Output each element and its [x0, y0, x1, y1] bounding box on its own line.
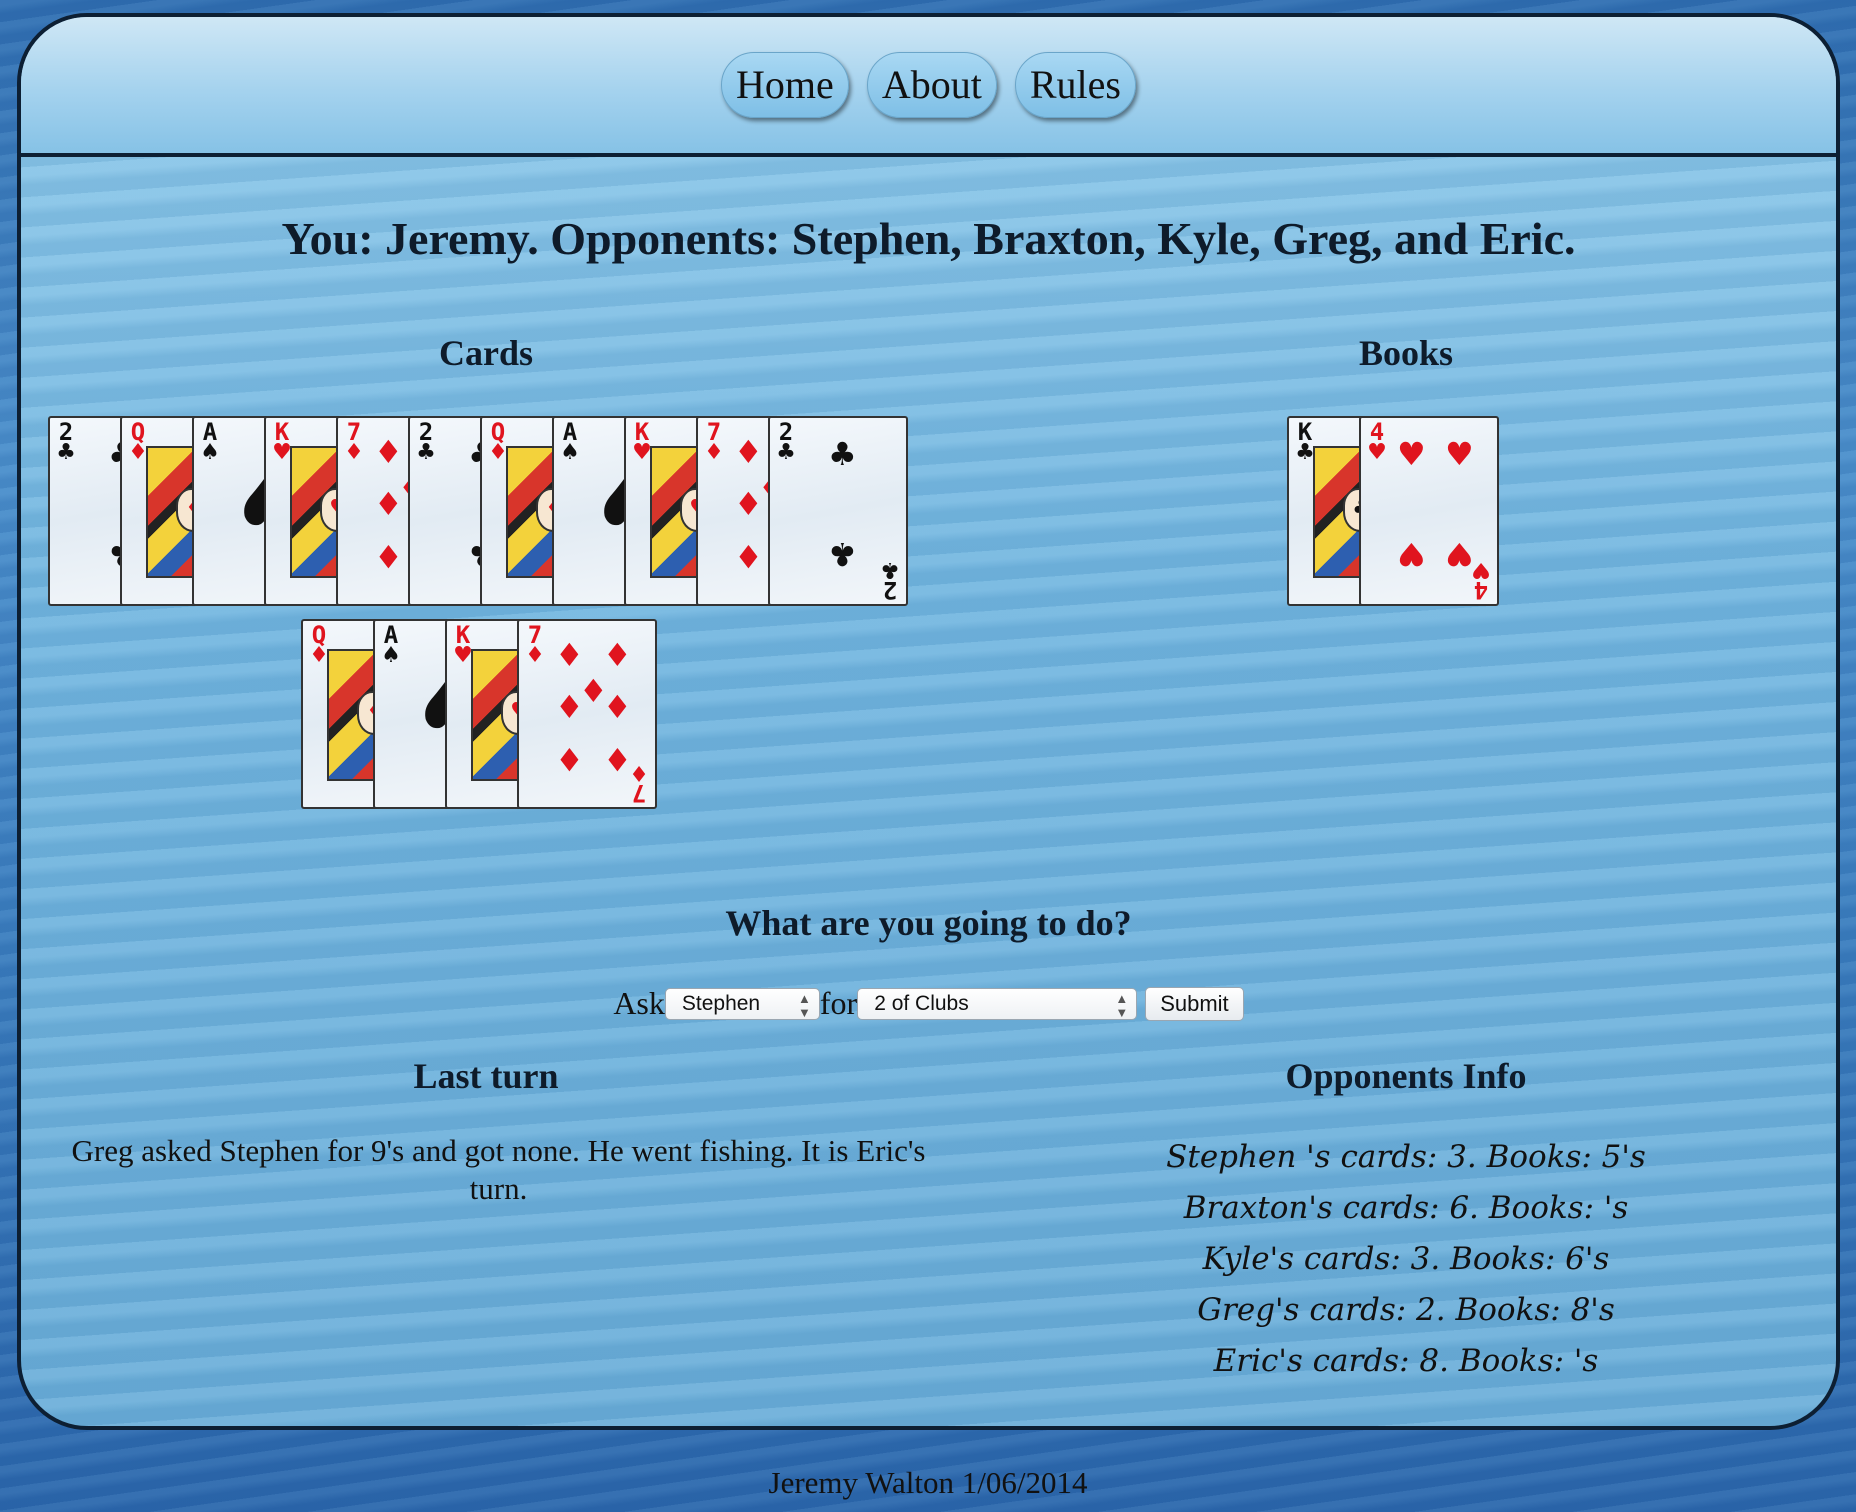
clubs-suit-icon: ♣ — [56, 440, 76, 465]
nav-rules-button[interactable]: Rules — [1014, 52, 1136, 118]
opponent-info-line: Greg's cards: 2. Books: 8's — [1197, 1292, 1615, 1328]
card-index: 2♣ — [55, 420, 77, 464]
card-index: A♠ — [380, 623, 402, 667]
card-select[interactable]: 2 of Clubs ▲ ▼ — [857, 987, 1138, 1020]
spades-suit-icon: ♠ — [200, 440, 220, 465]
last-turn-text: Greg asked Stephen for 9's and got none.… — [71, 1133, 926, 1206]
header: Home About Rules — [21, 17, 1836, 157]
card-index: 4 ♥ — [1470, 557, 1492, 604]
card-index: 2♣ — [775, 420, 797, 464]
opponent-select[interactable]: Stephen ▲ ▼ — [664, 987, 820, 1020]
card-index: 4 ♥ — [1366, 420, 1388, 464]
card-index: 2♣ — [415, 420, 437, 464]
card-index: 7♦ — [524, 623, 546, 667]
submit-button[interactable]: Submit — [1145, 986, 1244, 1021]
clubs-suit-icon: ♣ — [416, 440, 436, 465]
diamonds-suit-icon: ♦ — [629, 760, 649, 785]
playing-card[interactable]: 4 ♥ ♥ ♥ ♥ ♥ 4 ♥ — [1359, 416, 1499, 606]
card-index: A♠ — [559, 420, 581, 464]
nav-about-button[interactable]: About — [866, 52, 997, 118]
select-arrows-icon: ▲ ▼ — [798, 990, 811, 1020]
diamonds-suit-icon: ♦ — [555, 688, 584, 726]
card-index: 7♦ — [703, 420, 725, 464]
ask-form: Ask Stephen ▲ ▼ for 2 of Clubs ▲ ▼ Submit — [21, 982, 1836, 1022]
spades-suit-icon: ♠ — [560, 440, 580, 465]
diamonds-suit-icon: ♦ — [344, 440, 364, 465]
card-select-value: 2 of Clubs — [874, 991, 969, 1015]
diamonds-suit-icon: ♦ — [734, 433, 763, 471]
footer-credit: Jeremy Walton 1/06/2014 — [768, 1465, 1088, 1500]
opponents-info-title: Opponents Info — [1285, 1056, 1527, 1096]
card-index: 2♣ — [879, 557, 901, 604]
diamonds-suit-icon: ♦ — [374, 433, 403, 471]
clubs-suit-icon: ♣ — [776, 440, 796, 465]
hearts-suit-icon: ♥ — [1367, 440, 1387, 465]
spades-suit-icon: ♠ — [381, 643, 401, 668]
hearts-suit-icon: ♥ — [1471, 557, 1491, 582]
card-index: 7♦ — [628, 760, 650, 807]
diamonds-suit-icon: ♦ — [525, 643, 545, 668]
for-label: for — [819, 985, 858, 1022]
last-turn-title: Last turn — [413, 1056, 559, 1096]
hearts-suit-icon: ♥ — [1397, 535, 1426, 573]
diamonds-suit-icon: ♦ — [734, 537, 763, 575]
diamonds-suit-icon: ♦ — [734, 485, 763, 523]
card-index: A♠ — [199, 420, 221, 464]
opponent-info-line: Eric's cards: 8. Books: 's — [1213, 1343, 1599, 1379]
clubs-suit-icon: ♣ — [880, 557, 900, 582]
nav-bar: Home About Rules — [21, 52, 1836, 118]
opponent-info-line: Stephen 's cards: 3. Books: 5's — [1166, 1139, 1646, 1175]
select-arrows-icon: ▲ ▼ — [1115, 990, 1129, 1020]
clubs-suit-icon: ♣ — [828, 435, 857, 473]
hearts-suit-icon: ♥ — [1397, 435, 1426, 473]
clubs-suit-icon: ♣ — [828, 535, 857, 573]
action-prompt: What are you going to do? — [725, 903, 1132, 943]
opponent-select-value: Stephen — [681, 991, 761, 1015]
books-title: Books — [1358, 333, 1454, 373]
diamonds-suit-icon: ♦ — [603, 688, 632, 726]
hearts-suit-icon: ♥ — [1445, 435, 1474, 473]
players-heading: You: Jeremy. Opponents: Stephen, Braxton… — [281, 213, 1576, 264]
card-index: 7♦ — [343, 420, 365, 464]
cards-title: Cards — [438, 333, 533, 373]
nav-home-button[interactable]: Home — [721, 52, 849, 118]
opponents-info-list: Stephen 's cards: 3. Books: 5's Braxton'… — [1101, 1132, 1711, 1387]
game-frame: Home About Rules You: Jeremy. Opponents: S… — [17, 13, 1840, 1430]
opponent-info-line: Kyle's cards: 3. Books: 6's — [1202, 1241, 1610, 1277]
diamonds-suit-icon: ♦ — [603, 636, 632, 674]
diamonds-suit-icon: ♦ — [555, 740, 584, 778]
ask-label: Ask — [613, 985, 665, 1022]
diamonds-suit-icon: ♦ — [555, 636, 584, 674]
diamonds-suit-icon: ♦ — [374, 485, 403, 523]
playing-card[interactable]: 7♦♦♦♦♦♦♦♦7♦ — [517, 619, 657, 809]
diamonds-suit-icon: ♦ — [704, 440, 724, 465]
playing-card[interactable]: 2♣♣♣2♣ — [768, 416, 908, 606]
diamonds-suit-icon: ♦ — [374, 537, 403, 575]
opponent-info-line: Braxton's cards: 6. Books: 's — [1183, 1190, 1629, 1226]
